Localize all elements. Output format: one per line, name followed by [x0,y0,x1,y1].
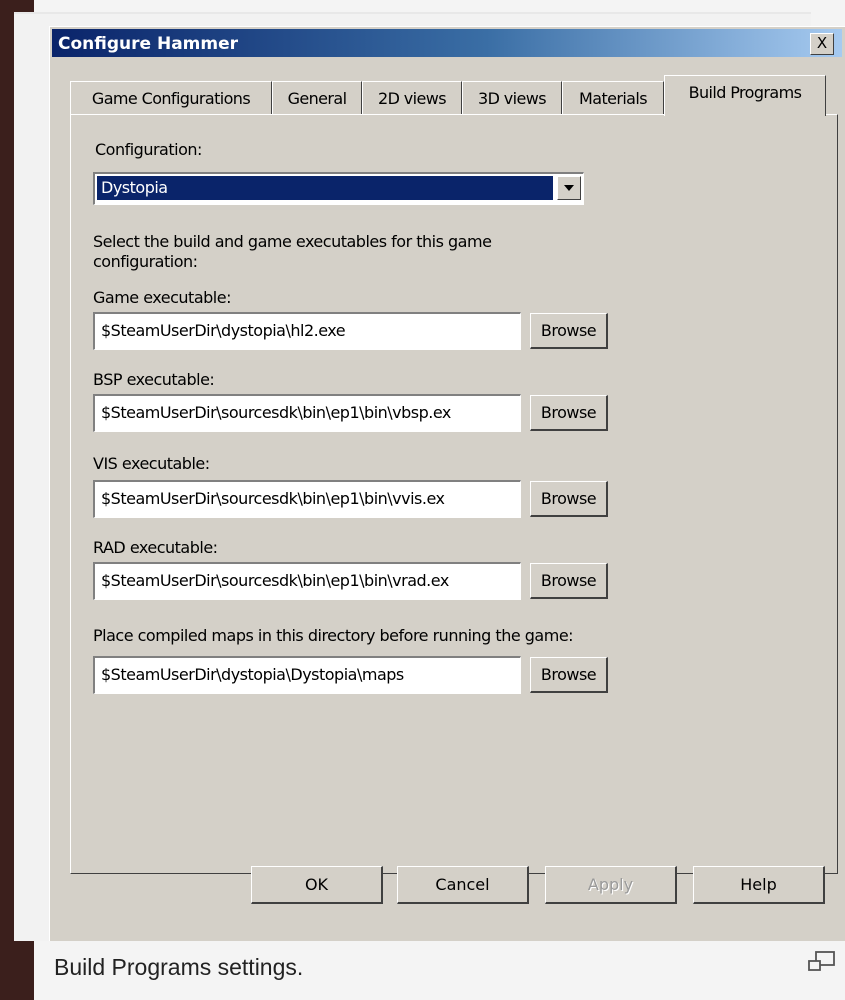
compiled-maps-browse-button[interactable]: Browse [530,657,608,693]
configuration-selected-value: Dystopia [97,176,553,200]
bsp-executable-label: BSP executable: [93,370,215,389]
game-executable-label: Game executable: [93,288,231,307]
rad-executable-field[interactable]: $SteamUserDir\sourcesdk\bin\ep1\bin\vrad… [93,562,521,600]
configuration-label: Configuration: [95,140,202,159]
vis-executable-field[interactable]: $SteamUserDir\sourcesdk\bin\ep1\bin\vvis… [93,480,521,518]
compiled-maps-label: Place compiled maps in this directory be… [93,626,574,645]
instructions-text: Select the build and game executables fo… [93,232,492,271]
vis-executable-label: VIS executable: [93,454,210,473]
rad-executable-label: RAD executable: [93,538,218,557]
bsp-executable-field[interactable]: $SteamUserDir\sourcesdk\bin\ep1\bin\vbsp… [93,394,521,432]
configuration-dropdown[interactable]: Dystopia [93,172,584,205]
bsp-executable-browse-button[interactable]: Browse [530,395,608,431]
game-executable-field[interactable]: $SteamUserDir\dystopia\hl2.exe [93,312,521,350]
help-button[interactable]: Help [693,866,825,904]
game-executable-browse-button[interactable]: Browse [530,313,608,349]
vis-executable-browse-button[interactable]: Browse [530,481,608,517]
cancel-button[interactable]: Cancel [397,866,529,904]
rad-executable-browse-button[interactable]: Browse [530,563,608,599]
compiled-maps-directory-field[interactable]: $SteamUserDir\dystopia\Dystopia\maps [93,656,521,694]
chevron-down-icon[interactable] [557,176,581,200]
ok-button[interactable]: OK [251,866,383,904]
panel-content: Configuration: Dystopia Select the build… [0,0,845,1000]
apply-button[interactable]: Apply [545,866,677,904]
